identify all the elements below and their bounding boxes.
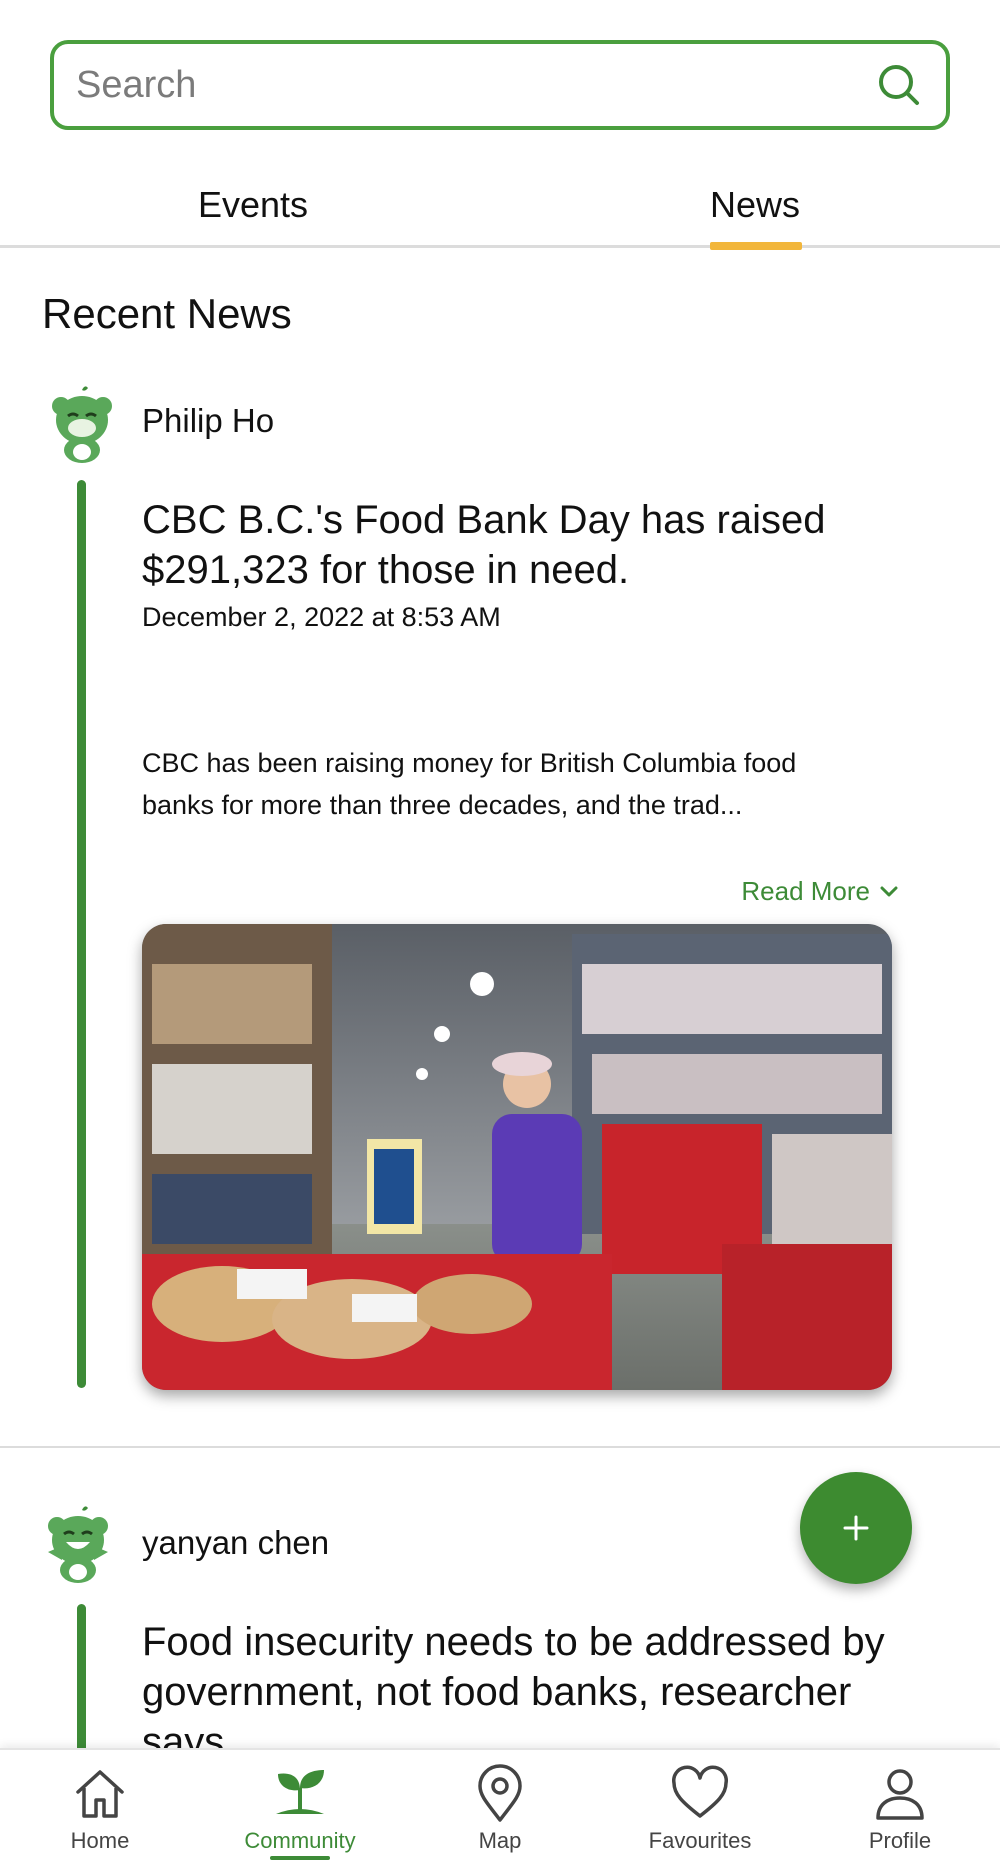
- nav-map-label: Map: [478, 1828, 522, 1853]
- tab-bar: Events News: [0, 170, 1000, 250]
- nav-profile-label: Profile: [868, 1828, 932, 1853]
- tab-news[interactable]: News: [710, 184, 800, 226]
- home-icon: [76, 1770, 124, 1818]
- avatar[interactable]: [42, 1504, 114, 1584]
- avatar[interactable]: [46, 384, 118, 464]
- active-nav-indicator: [270, 1856, 330, 1860]
- plus-icon: [843, 1515, 869, 1541]
- map-pin-icon: [478, 1764, 522, 1822]
- nav-favourites[interactable]: Favourites: [600, 1750, 800, 1864]
- chevron-down-icon: [880, 886, 898, 896]
- nav-profile[interactable]: Profile: [800, 1750, 1000, 1864]
- nav-map[interactable]: Map: [400, 1750, 600, 1864]
- bottom-nav: Home Community Map Favourites Profile: [0, 1748, 1000, 1864]
- read-more-label: Read More: [741, 876, 870, 906]
- heart-icon: [672, 1765, 728, 1818]
- active-tab-indicator: [710, 242, 802, 250]
- news-image[interactable]: [142, 924, 892, 1390]
- post-divider: [0, 1446, 1000, 1448]
- post-author[interactable]: yanyan chen: [142, 1524, 329, 1562]
- nav-home[interactable]: Home: [0, 1750, 200, 1864]
- post-headline[interactable]: Food insecurity needs to be addressed by…: [142, 1617, 922, 1749]
- nav-community-label: Community: [244, 1828, 356, 1853]
- section-title: Recent News: [42, 290, 292, 337]
- tab-events[interactable]: Events: [198, 184, 308, 226]
- nav-community[interactable]: Community: [200, 1750, 400, 1864]
- thread-line: [77, 480, 86, 1388]
- search-input[interactable]: [76, 63, 874, 107]
- read-more-button[interactable]: Read More: [741, 876, 900, 907]
- post-date: December 2, 2022 at 8:53 AM: [142, 602, 501, 632]
- post-author[interactable]: Philip Ho: [142, 402, 274, 440]
- sprout-icon: [276, 1770, 324, 1814]
- nav-home-label: Home: [70, 1828, 130, 1853]
- search-bar[interactable]: [50, 40, 950, 130]
- person-icon: [876, 1769, 924, 1820]
- nav-favourites-label: Favourites: [648, 1828, 752, 1853]
- add-post-button[interactable]: [800, 1472, 912, 1584]
- post-excerpt: CBC has been raising money for British C…: [142, 748, 797, 820]
- search-icon[interactable]: [874, 60, 924, 110]
- post-headline[interactable]: CBC B.C.'s Food Bank Day has raised $291…: [142, 495, 922, 595]
